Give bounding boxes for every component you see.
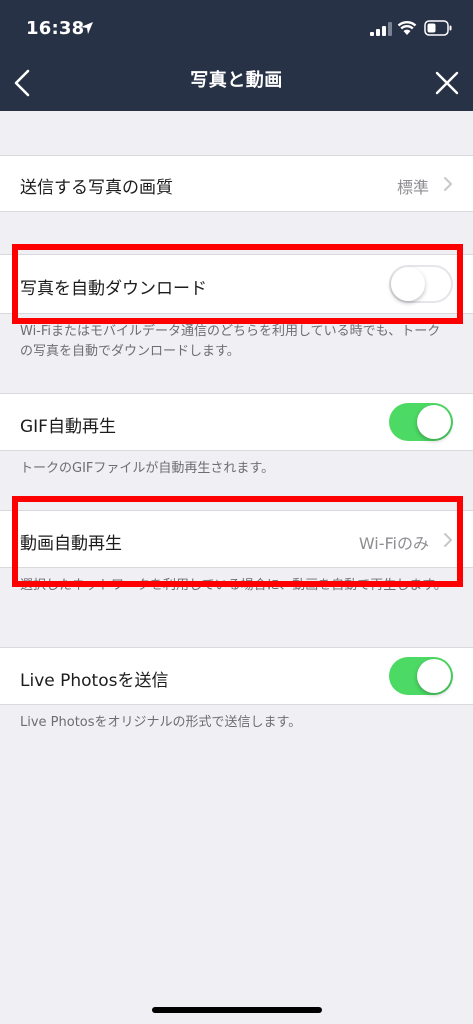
live-photos-label: Live Photosを送信: [20, 671, 169, 691]
gif-autoplay-row[interactable]: GIF自動再生: [0, 393, 473, 451]
video-autoplay-label: 動画自動再生: [20, 534, 122, 554]
home-indicator: [152, 1007, 322, 1013]
auto-download-label: 写真を自動ダウンロード: [20, 279, 207, 299]
photo-quality-row[interactable]: 送信する写真の画質 標準: [0, 155, 473, 212]
photo-quality-value: 標準: [396, 178, 429, 197]
navigation-header: 16:38 写真と動画: [0, 0, 473, 111]
live-photos-description: Live Photosをオリジナルの形式で送信します。: [20, 715, 302, 730]
auto-download-row[interactable]: 写真を自動ダウンロード: [0, 254, 473, 314]
status-time: 16:38: [26, 18, 85, 39]
video-autoplay-value: Wi-Fiのみ: [358, 534, 429, 553]
location-arrow-icon: [81, 22, 93, 34]
toggle-knob: [391, 267, 425, 301]
gif-autoplay-label: GIF自動再生: [20, 417, 116, 437]
gif-autoplay-toggle[interactable]: [389, 403, 453, 441]
auto-download-description: Wi-Fiまたはモバイルデータ通信のどちらを利用している時でも、トークの写真を自…: [20, 324, 441, 359]
chevron-right-icon: [444, 177, 452, 191]
live-photos-toggle[interactable]: [389, 657, 453, 695]
battery-icon: [424, 20, 452, 36]
cellular-signal-icon: [370, 22, 392, 36]
photo-quality-label: 送信する写真の画質: [20, 178, 173, 198]
toggle-knob: [417, 659, 451, 693]
close-icon[interactable]: [434, 70, 460, 96]
toggle-knob: [417, 405, 451, 439]
live-photos-row[interactable]: Live Photosを送信: [0, 647, 473, 705]
gif-autoplay-description: トークのGIFファイルが自動再生されます。: [20, 461, 275, 476]
page-title: 写真と動画: [190, 70, 283, 91]
chevron-right-icon: [444, 533, 452, 547]
video-autoplay-row[interactable]: 動画自動再生 Wi-Fiのみ: [0, 510, 473, 568]
wifi-icon: [397, 21, 417, 35]
auto-download-toggle[interactable]: [389, 265, 453, 303]
video-autoplay-description: 選択したネットワークを利用している場合に、動画を自動で再生します。: [20, 578, 447, 593]
